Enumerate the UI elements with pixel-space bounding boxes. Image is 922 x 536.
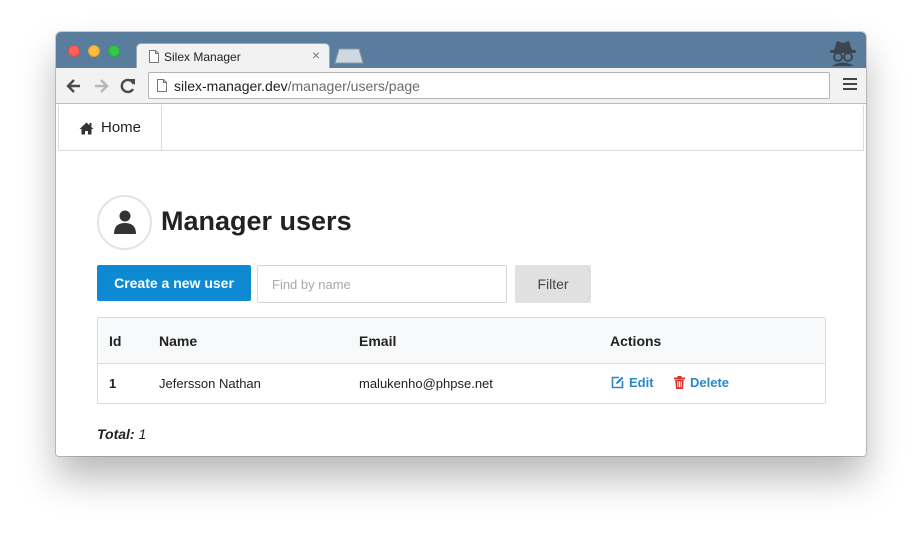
- edit-user-link[interactable]: Edit: [611, 375, 654, 390]
- page-title: Manager users: [161, 206, 352, 236]
- delete-label: Delete: [690, 375, 730, 390]
- create-user-button[interactable]: Create a new user: [97, 265, 251, 301]
- browser-toolbar: silex-manager.dev/manager/users/page: [56, 68, 866, 104]
- tab-close-icon[interactable]: ×: [312, 47, 320, 63]
- browser-window: Silex Manager × silex-manager.dev/manage…: [56, 32, 866, 456]
- users-table: Id Name Email Actions 1 Jefersson Nathan…: [97, 317, 826, 404]
- page-icon: [157, 79, 167, 92]
- reload-icon[interactable]: [118, 76, 138, 96]
- total-label: Total:: [97, 426, 135, 442]
- user-icon: [114, 210, 136, 234]
- title-bar: Silex Manager ×: [56, 32, 866, 69]
- browser-tab[interactable]: Silex Manager ×: [136, 43, 330, 69]
- table-header: Id Name Email Actions: [98, 318, 825, 364]
- cell-id: 1: [109, 376, 117, 391]
- trash-icon: [674, 376, 685, 389]
- edit-icon: [611, 376, 624, 389]
- zoom-window-button[interactable]: [108, 45, 120, 57]
- tab-title: Silex Manager: [164, 50, 241, 64]
- forward-arrow-icon[interactable]: [91, 76, 111, 96]
- page-content: Home Manager users Create a new user Fil…: [56, 105, 866, 456]
- home-icon: [79, 122, 94, 135]
- search-input[interactable]: [257, 265, 507, 303]
- column-header-id: Id: [109, 333, 122, 349]
- close-window-button[interactable]: [68, 45, 80, 57]
- total-value: 1: [138, 426, 147, 442]
- url-host: silex-manager.dev: [174, 78, 288, 94]
- address-bar[interactable]: silex-manager.dev/manager/users/page: [148, 72, 830, 99]
- nav-home-link[interactable]: Home: [59, 105, 162, 151]
- url-text: silex-manager.dev/manager/users/page: [174, 78, 420, 94]
- edit-label: Edit: [629, 375, 654, 390]
- new-tab-button[interactable]: [334, 48, 364, 64]
- page-icon: [149, 50, 159, 63]
- back-arrow-icon[interactable]: [64, 76, 84, 96]
- nav-home-label: Home: [101, 119, 142, 136]
- delete-user-link[interactable]: Delete: [674, 375, 729, 390]
- filter-button[interactable]: Filter: [515, 265, 591, 303]
- column-header-actions: Actions: [610, 333, 662, 349]
- table-row: 1 Jefersson Nathan malukenho@phpse.net E…: [98, 364, 825, 403]
- avatar: [97, 195, 152, 250]
- minimize-window-button[interactable]: [88, 45, 100, 57]
- top-navbar: Home: [58, 105, 864, 151]
- browser-menu-icon[interactable]: [843, 78, 857, 92]
- url-path: /manager/users/page: [287, 78, 420, 94]
- incognito-icon: [830, 41, 856, 66]
- total-count: Total: 1: [97, 426, 146, 442]
- column-header-email: Email: [359, 333, 397, 349]
- cell-name: Jefersson Nathan: [159, 376, 261, 391]
- column-header-name: Name: [159, 333, 198, 349]
- cell-email: malukenho@phpse.net: [359, 376, 493, 391]
